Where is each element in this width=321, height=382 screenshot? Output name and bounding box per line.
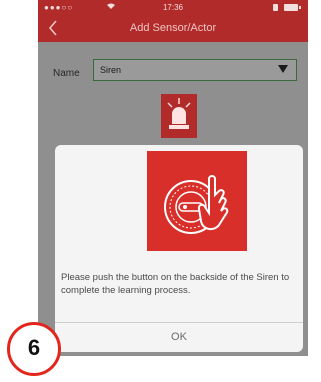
chevron-down-icon	[278, 65, 288, 73]
push-button-illustration	[147, 151, 247, 251]
name-label: Name	[53, 68, 80, 79]
phone-screen: ●●●○○ 17:36 Add Sensor/Actor Name Siren	[38, 0, 308, 356]
name-select-value: Siren	[100, 65, 122, 75]
nav-bar: Add Sensor/Actor	[38, 16, 308, 42]
battery-icon	[284, 4, 301, 11]
page-title: Add Sensor/Actor	[129, 22, 217, 34]
ok-button[interactable]: OK	[55, 323, 303, 352]
dialog-message: Please push the button on the backside o…	[61, 272, 290, 296]
name-row: Name Siren	[38, 54, 308, 94]
step-number-badge: 6	[7, 322, 61, 376]
siren-button-icon	[164, 175, 229, 234]
status-bar: ●●●○○ 17:36	[38, 0, 308, 16]
clock: 17:36	[162, 3, 184, 12]
learning-dialog: Please push the button on the backside o…	[55, 145, 303, 352]
lock-icon	[273, 4, 278, 11]
name-select[interactable]: Siren	[93, 59, 297, 81]
step-number: 6	[27, 335, 41, 360]
siren-icon	[161, 94, 197, 138]
